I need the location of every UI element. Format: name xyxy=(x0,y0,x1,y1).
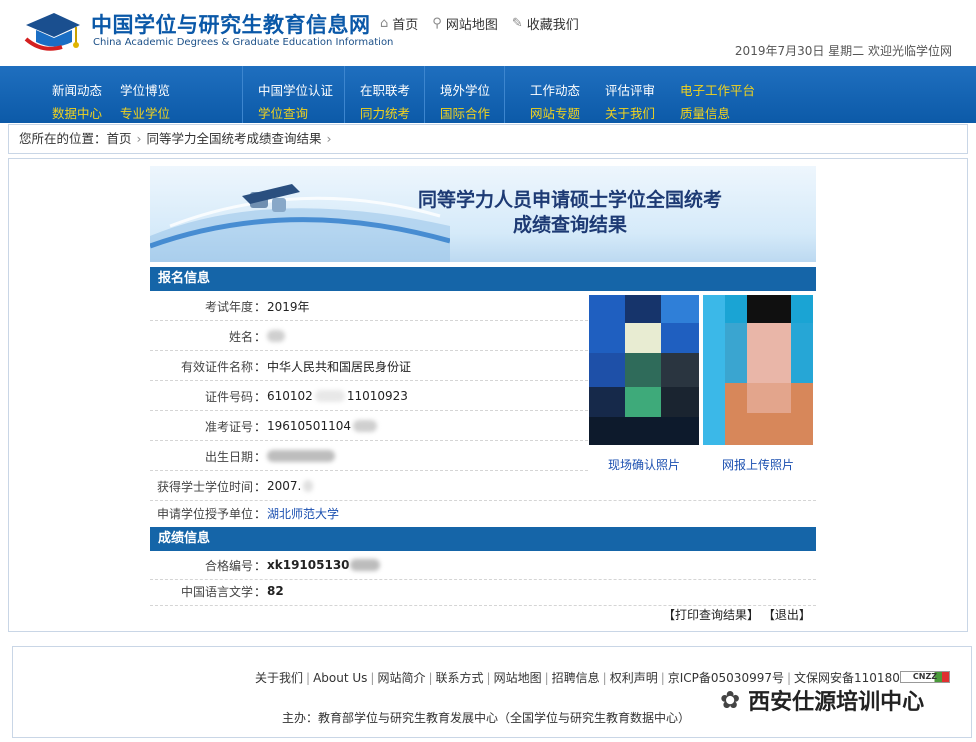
main-nav: 新闻动态 学位博览 数据中心 专业学位 中国学位认证 学位查询 在职联考 同力统… xyxy=(0,66,976,123)
site-header: 中国学位与研究生教育信息网 China Academic Degrees & G… xyxy=(0,0,976,66)
info-label: 考试年度 xyxy=(204,299,253,314)
nav-e-platform[interactable]: 电子工作平台 xyxy=(680,80,755,99)
top-link-bookmark-label: 收藏我们 xyxy=(526,18,579,33)
info-row-admission-number: 准考证号： 19610501104 xyxy=(150,412,588,441)
onsite-photo-caption: 现场确认照片 xyxy=(608,458,681,472)
info-row-id-number: 证件号码： 610102 11010923 xyxy=(150,382,588,411)
nav-about[interactable]: 关于我们 xyxy=(605,103,655,122)
nav-international[interactable]: 国际合作 xyxy=(440,103,490,122)
info-label: 申请学位授予单位 xyxy=(156,506,253,521)
home-icon: ⌂ xyxy=(380,16,389,31)
breadcrumb: 您所在的位置：首页 › 同等学力全国统考成绩查询结果 › xyxy=(8,124,968,154)
nav-quality[interactable]: 质量信息 xyxy=(680,103,730,122)
registration-section-header: 报名信息 xyxy=(150,267,816,291)
nav-work-news[interactable]: 工作动态 xyxy=(530,80,580,99)
nav-professional-degree[interactable]: 专业学位 xyxy=(120,103,170,122)
info-label: 姓名 xyxy=(228,329,253,344)
score-row-pass-number: 合格编号： xk19105130 xyxy=(150,551,816,580)
banner-title-line2: 成绩查询结果 xyxy=(512,214,627,236)
redacted-value xyxy=(352,420,377,432)
score-value: 82 xyxy=(267,584,284,598)
score-row-subject: 中国语言文学： 82 xyxy=(150,577,816,606)
info-value: 中华人民共和国居民身份证 xyxy=(267,359,412,374)
nav-overseas-degree[interactable]: 境外学位 xyxy=(440,80,490,99)
footer-link-about[interactable]: 关于我们 xyxy=(255,671,303,685)
info-value-link[interactable]: 湖北师范大学 xyxy=(267,505,339,522)
footer-link-contact[interactable]: 联系方式 xyxy=(436,671,484,685)
nav-in-service-exam[interactable]: 在职联考 xyxy=(360,80,410,99)
score-section-header: 成绩信息 xyxy=(150,527,816,551)
nav-equivalent-exam[interactable]: 同力统考 xyxy=(360,103,410,122)
print-result-button[interactable]: 【打印查询结果】 xyxy=(663,608,759,622)
banner-title: 同等学力人员申请硕士学位全国统考 成绩查询结果 xyxy=(400,188,740,238)
top-link-sitemap-label: 网站地图 xyxy=(445,18,498,33)
site-title-en: China Academic Degrees & Graduate Educat… xyxy=(93,37,394,48)
wechat-watermark: ✿ 西安仕源培训中心 xyxy=(720,684,924,716)
info-value: 610102 xyxy=(267,389,313,403)
breadcrumb-separator: › xyxy=(326,131,332,146)
breadcrumb-separator: › xyxy=(136,131,142,146)
nav-assessment[interactable]: 评估评审 xyxy=(605,80,655,99)
info-value: 19610501104 xyxy=(267,419,351,433)
info-row-id-type: 有效证件名称：中华人民共和国居民身份证 xyxy=(150,352,588,381)
location-pin-icon: ⚲ xyxy=(432,16,442,31)
breadcrumb-current[interactable]: 同等学力全国统考成绩查询结果 xyxy=(147,131,322,146)
footer-icp[interactable]: 京ICP备05030997号 xyxy=(668,671,784,685)
online-upload-photo xyxy=(703,295,813,445)
onsite-confirmation-photo xyxy=(589,295,699,445)
footer-link-sitemap[interactable]: 网站地图 xyxy=(494,671,542,685)
nav-topics[interactable]: 网站专题 xyxy=(530,103,580,122)
footer-link-jobs[interactable]: 招聘信息 xyxy=(552,671,600,685)
exit-button[interactable]: 【退出】 xyxy=(763,608,811,622)
info-label: 有效证件名称 xyxy=(180,359,253,374)
info-row-bachelor-date: 获得学士学位时间： 2007. xyxy=(150,472,816,501)
score-value: xk19105130 xyxy=(267,558,350,572)
info-value: 2007. xyxy=(267,479,302,493)
score-label: 中国语言文学 xyxy=(180,584,253,599)
breadcrumb-prefix: 您所在的位置： xyxy=(19,131,107,146)
wechat-icon: ✿ xyxy=(720,686,741,714)
online-photo-caption: 网报上传照片 xyxy=(722,458,795,472)
nav-data-center[interactable]: 数据中心 xyxy=(52,103,102,122)
result-banner: 同等学力人员申请硕士学位全国统考 成绩查询结果 xyxy=(150,166,816,262)
info-row-exam-year: 考试年度： 2019年 xyxy=(150,292,588,321)
info-value-tail: 11010923 xyxy=(346,389,408,403)
bookmark-icon: ✎ xyxy=(511,16,523,31)
score-label: 合格编号 xyxy=(204,558,253,573)
redacted-value xyxy=(267,330,285,342)
nav-news[interactable]: 新闻动态 xyxy=(52,80,102,99)
redacted-value xyxy=(314,390,345,402)
info-row-awarding-unit: 申请学位授予单位：湖北师范大学 xyxy=(150,499,816,528)
info-row-name: 姓名： xyxy=(150,322,588,351)
redacted-value xyxy=(349,559,380,571)
footer-link-rights[interactable]: 权利声明 xyxy=(610,671,658,685)
redacted-value xyxy=(303,480,314,492)
nav-degree-expo[interactable]: 学位博览 xyxy=(120,80,170,99)
footer-sponsor: 主办：教育部学位与研究生教育发展中心（全国学位与研究生教育数据中心） xyxy=(282,711,691,725)
result-actions: 【打印查询结果】 【退出】 xyxy=(663,606,811,623)
breadcrumb-home[interactable]: 首页 xyxy=(107,131,132,146)
top-link-home[interactable]: ⌂ 首页 xyxy=(380,14,418,33)
banner-title-line1: 同等学力人员申请硕士学位全国统考 xyxy=(417,189,722,211)
top-link-home-label: 首页 xyxy=(392,18,419,33)
nav-degree-cert[interactable]: 中国学位认证 xyxy=(258,80,333,99)
top-link-bookmark[interactable]: ✎ 收藏我们 xyxy=(512,14,579,33)
footer-link-about-en[interactable]: About Us xyxy=(313,671,367,685)
footer-link-intro[interactable]: 网站简介 xyxy=(377,671,425,685)
graduation-cap-logo-icon[interactable] xyxy=(22,9,82,53)
info-label: 出生日期 xyxy=(204,449,253,464)
site-title-cn[interactable]: 中国学位与研究生教育信息网 xyxy=(91,9,371,39)
top-links: ⌂ 首页 ⚲ 网站地图 ✎ 收藏我们 xyxy=(380,14,579,33)
info-label: 获得学士学位时间 xyxy=(156,479,253,494)
info-row-birth-date: 出生日期： xyxy=(150,442,588,471)
date-welcome-text: 2019年7月30日 星期二 欢迎光临学位网 xyxy=(734,44,952,58)
cnzz-badge[interactable]: CNZZ xyxy=(900,671,950,683)
info-value: 2019年 xyxy=(267,299,310,314)
info-label: 准考证号 xyxy=(204,419,253,434)
watermark-text: 西安仕源培训中心 xyxy=(748,690,925,715)
nav-degree-query[interactable]: 学位查询 xyxy=(258,103,308,122)
top-link-sitemap[interactable]: ⚲ 网站地图 xyxy=(432,14,498,33)
info-label: 证件号码 xyxy=(204,389,253,404)
redacted-value xyxy=(267,450,335,462)
